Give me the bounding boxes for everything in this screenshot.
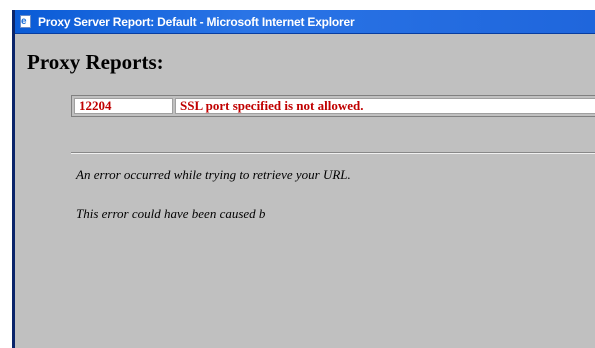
internet-explorer-icon[interactable]: e	[19, 14, 33, 29]
error-cause-text: This error could have been caused b	[76, 206, 266, 221]
browser-window: e Proxy Server Report: Default - Microso…	[12, 10, 595, 348]
window-title: Proxy Server Report: Default - Microsoft…	[38, 14, 355, 29]
divider	[71, 152, 595, 154]
error-code-cell: 12204	[74, 98, 173, 114]
page-heading: Proxy Reports:	[27, 50, 164, 74]
error-table: 12204 SSL port specified is not allowed.	[71, 95, 595, 117]
title-bar[interactable]: e Proxy Server Report: Default - Microso…	[15, 10, 595, 34]
error-message-text: An error occurred while trying to retrie…	[76, 167, 351, 182]
error-description-cell: SSL port specified is not allowed.	[175, 98, 595, 114]
